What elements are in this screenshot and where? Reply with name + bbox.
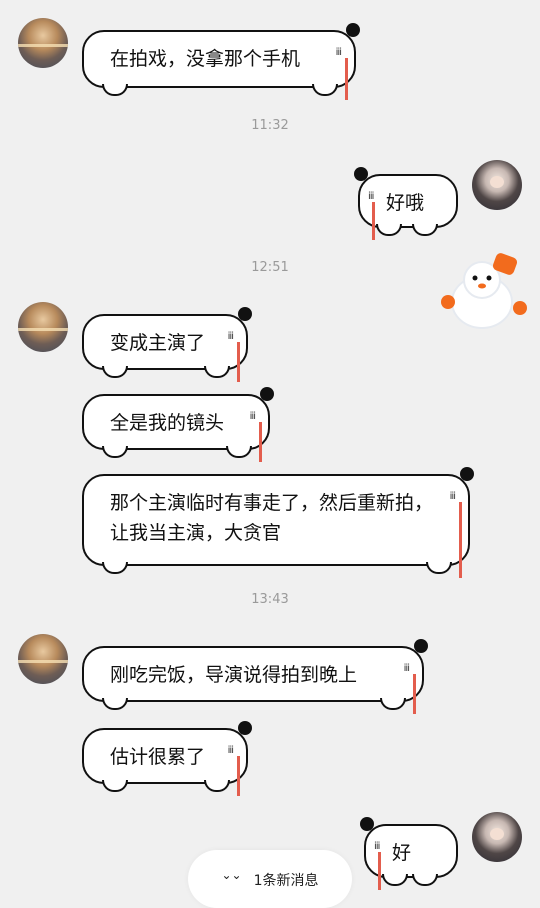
panda-foot-icon [412,874,438,886]
message-bubble[interactable]: 刚吃完饭，导演说得拍到晚上 ⅲ [82,639,428,714]
panda-face-icon: ⅲ [403,663,410,674]
panda-foot-icon [102,84,128,96]
message-text: 好哦 [386,192,425,214]
panda-ear-icon [354,167,368,181]
panda-face-icon: ⅲ [449,491,456,502]
tear-icon [259,422,262,462]
message-text: 那个主演临时有事走了，然后重新拍，让我当主演，大贪官 [110,492,434,544]
panda-foot-icon [102,780,128,792]
message-text: 刚吃完饭，导演说得拍到晚上 [110,664,358,686]
panda-face-icon: ⅲ [335,47,342,58]
panda-foot-icon [102,562,128,574]
panda-foot-icon [380,698,406,710]
panda-ear-icon [346,23,360,37]
message-text: 变成主演了 [110,332,206,354]
panda-foot-icon [102,446,128,458]
panda-face-icon: ⅲ [249,411,256,422]
message-text: 好 [392,842,412,864]
message-text: 全是我的镜头 [110,412,225,434]
tear-icon [372,202,375,240]
contact-avatar[interactable] [18,302,68,352]
message-bubble[interactable]: 全是我的镜头 ⅲ [82,387,274,462]
message-bubble[interactable]: 好哦 ⅲ [354,167,458,240]
message-bubble[interactable]: 变成主演了 ⅲ [82,307,252,382]
panda-foot-icon [412,224,438,236]
panda-ear-icon [238,307,252,321]
tear-icon [237,756,240,796]
panda-foot-icon [382,874,408,886]
new-message-label: 1条新消息 [253,873,319,889]
panda-foot-icon [204,366,230,378]
timestamp: 13:43 [251,592,289,607]
message-text: 在拍戏，没拿那个手机 [110,48,301,70]
panda-foot-icon [204,780,230,792]
contact-avatar[interactable] [18,634,68,684]
message-text: 估计很累了 [110,746,206,768]
message-bubble[interactable]: 估计很累了 ⅲ [82,721,252,796]
panda-ear-icon [238,721,252,735]
timestamp: 11:32 [251,118,289,133]
panda-foot-icon [312,84,338,96]
tear-icon [237,342,240,382]
panda-foot-icon [102,698,128,710]
double-chevron-down-icon: ⌄⌄ [221,868,242,882]
my-avatar[interactable] [472,812,522,862]
message-bubble[interactable]: 在拍戏，没拿那个手机 ⅲ [82,23,360,100]
panda-foot-icon [426,562,452,574]
tear-icon [459,502,462,578]
panda-ear-icon [260,387,274,401]
panda-face-icon: ⅲ [227,745,234,756]
tear-icon [413,674,416,714]
contact-avatar[interactable] [18,18,68,68]
tear-icon [378,852,381,890]
new-message-pill[interactable]: ⌄⌄ 1条新消息 [188,850,352,908]
snowman-sticker-icon[interactable] [440,252,530,332]
panda-ear-icon [414,639,428,653]
panda-foot-icon [226,446,252,458]
panda-foot-icon [102,366,128,378]
tear-icon [345,58,348,100]
panda-ear-icon [460,467,474,481]
panda-ear-icon [360,817,374,831]
panda-face-icon: ⅲ [227,331,234,342]
message-bubble[interactable]: 那个主演临时有事走了，然后重新拍，让我当主演，大贪官 ⅲ [82,467,474,578]
message-bubble[interactable]: 好 ⅲ [360,817,458,890]
my-avatar[interactable] [472,160,522,210]
panda-foot-icon [376,224,402,236]
